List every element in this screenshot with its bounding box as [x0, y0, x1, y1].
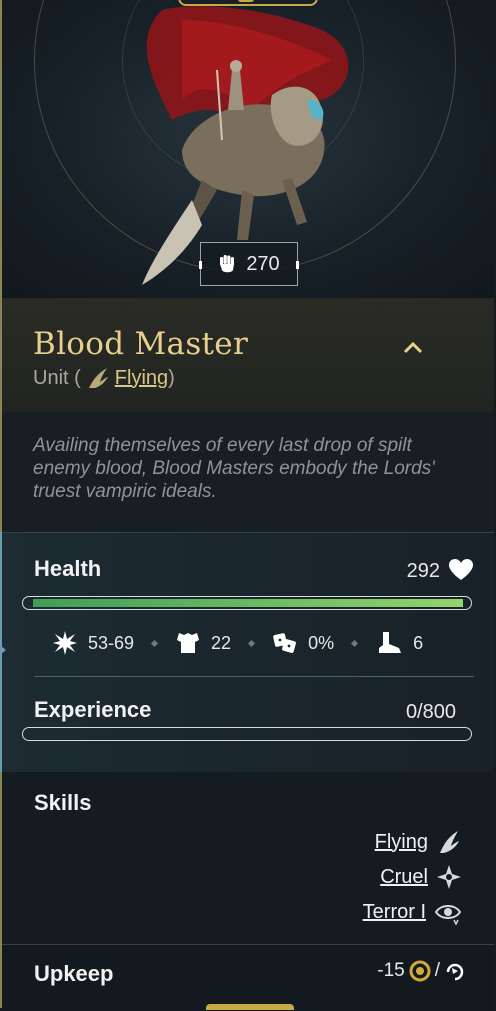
dice-icon: [273, 633, 296, 653]
wing-icon: [88, 368, 108, 388]
eye-swirl-icon: [434, 905, 462, 926]
health-bar-fill: [33, 599, 463, 607]
heart-icon: [449, 559, 473, 580]
upkeep-label: Upkeep: [34, 961, 114, 986]
skill-flying[interactable]: Flying: [375, 829, 462, 855]
separator-diamond: [248, 639, 256, 647]
gold-coin-icon: [409, 960, 431, 982]
experience-value: 0/800: [405, 701, 456, 723]
bottom-ornament: [206, 1004, 294, 1010]
upkeep-value-group: -15 /: [377, 960, 466, 982]
separator-diamond: [351, 639, 359, 647]
unit-type-prefix: Unit (: [33, 366, 81, 389]
stats-divider: [34, 676, 474, 677]
skill-name[interactable]: Terror I: [363, 901, 426, 924]
skill-name[interactable]: Cruel: [380, 866, 428, 889]
flying-type-link[interactable]: Flying: [115, 367, 168, 390]
skill-terror[interactable]: Terror I: [363, 898, 462, 926]
shuriken-icon: [437, 865, 461, 889]
skills-label: Skills: [34, 790, 92, 815]
separator-diamond: [151, 639, 159, 647]
wing-icon: [440, 831, 459, 853]
movement-stat: 6: [375, 630, 423, 656]
badge-tick-left: [199, 261, 202, 269]
defense-stat: 22: [175, 630, 231, 656]
unit-name: Blood Master: [33, 326, 249, 362]
boot-icon: [379, 632, 402, 653]
damage-value: 53-69: [88, 632, 135, 653]
badge-tick-right: [296, 261, 299, 269]
power-badge: 270: [199, 242, 299, 286]
armor-icon: [177, 633, 200, 653]
experience-bar: [22, 727, 472, 741]
collapse-chevron-icon[interactable]: [402, 338, 424, 356]
burst-icon: [53, 631, 77, 655]
experience-label: Experience: [34, 697, 152, 722]
upkeep-separator: /: [434, 960, 440, 981]
upkeep-value: -15: [377, 960, 405, 981]
defense-value: 22: [211, 632, 232, 653]
unit-description: Availing themselves of every last drop o…: [33, 435, 435, 502]
damage-stat: 53-69: [52, 630, 134, 656]
chance-stat: 0%: [272, 630, 334, 656]
unit-type-suffix: ): [168, 366, 175, 389]
movement-value: 6: [413, 632, 424, 653]
health-value: 292: [406, 560, 440, 582]
health-bar: [22, 596, 472, 610]
fist-icon: [220, 255, 235, 273]
turn-cycle-icon: [446, 963, 464, 981]
unit-portrait: 270: [2, 0, 494, 298]
top-ornament: [178, 0, 318, 6]
substats-row: 53-69 22 0% 6: [52, 630, 452, 656]
skill-name[interactable]: Flying: [375, 831, 428, 854]
health-label: Health: [34, 556, 102, 581]
unit-type: Unit ( Flying ): [33, 366, 175, 390]
power-value: 270: [246, 252, 280, 275]
skill-cruel[interactable]: Cruel: [380, 864, 462, 890]
chance-value: 0%: [308, 632, 335, 653]
